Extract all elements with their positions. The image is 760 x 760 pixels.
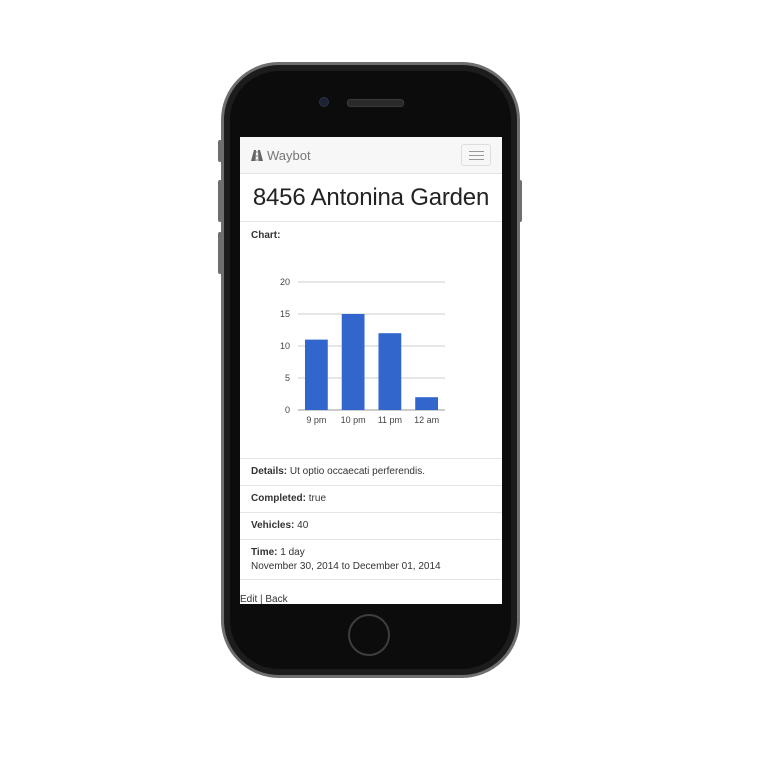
volume-up-button xyxy=(218,180,222,222)
y-tick-label: 5 xyxy=(285,373,290,383)
y-tick-label: 0 xyxy=(285,405,290,415)
bar-12-am[interactable] xyxy=(415,397,439,410)
edit-link[interactable]: Edit xyxy=(240,594,257,604)
time-row: Time: 1 day November 30, 2014 to Decembe… xyxy=(251,547,441,572)
hamburger-icon xyxy=(469,159,484,160)
bar-9-pm[interactable] xyxy=(304,339,328,410)
hamburger-icon xyxy=(469,155,484,156)
divider xyxy=(240,458,502,459)
divider xyxy=(240,579,502,580)
earpiece-speaker xyxy=(347,99,404,107)
navbar-toggle-button[interactable] xyxy=(461,144,491,166)
completed-value: true xyxy=(308,493,327,504)
volume-down-button xyxy=(218,232,222,274)
time-value: 1 day xyxy=(280,547,305,558)
footer-links: Edit | Back xyxy=(240,594,288,604)
chart-label: Chart: xyxy=(251,230,281,241)
x-tick-label: 10 pm xyxy=(341,415,366,425)
home-button[interactable] xyxy=(348,614,390,656)
x-tick-label: 9 pm xyxy=(306,415,326,425)
bar-11-pm[interactable] xyxy=(378,333,402,410)
x-tick-label: 12 am xyxy=(414,415,439,425)
mute-switch xyxy=(218,140,222,162)
time-range: November 30, 2014 to December 01, 2014 xyxy=(251,561,441,572)
details-row: Details: Ut optio occaecati perferendis. xyxy=(251,466,425,477)
navbar: Waybot xyxy=(240,137,502,174)
back-link[interactable]: Back xyxy=(265,594,287,604)
details-value: Ut optio occaecati perferendis. xyxy=(289,466,425,477)
hamburger-icon xyxy=(469,151,484,152)
phone-screen: Waybot 8456 Antonina Garden Chart: 0 5 10 1… xyxy=(240,137,502,604)
vehicles-row: Vehicles: 40 xyxy=(251,520,309,531)
y-tick-label: 15 xyxy=(280,309,290,319)
power-button xyxy=(518,180,522,222)
vehicles-value: 40 xyxy=(297,520,309,531)
x-tick-label: 11 pm xyxy=(378,415,402,425)
brand-link[interactable]: Waybot xyxy=(251,148,311,163)
page-title: 8456 Antonina Garden xyxy=(252,184,490,211)
divider xyxy=(240,221,502,222)
divider xyxy=(240,539,502,540)
bar-chart: 0 5 10 15 20 9 pm 10 pm 11 pm 12 am xyxy=(280,277,445,425)
y-tick-label: 20 xyxy=(280,277,290,287)
divider xyxy=(240,485,502,486)
y-tick-label: 10 xyxy=(280,341,290,351)
divider xyxy=(240,512,502,513)
bar-10-pm[interactable] xyxy=(341,314,365,410)
front-camera xyxy=(319,97,329,107)
road-icon xyxy=(251,150,263,161)
completed-row: Completed: true xyxy=(251,493,327,504)
brand-name: Waybot xyxy=(267,148,311,163)
